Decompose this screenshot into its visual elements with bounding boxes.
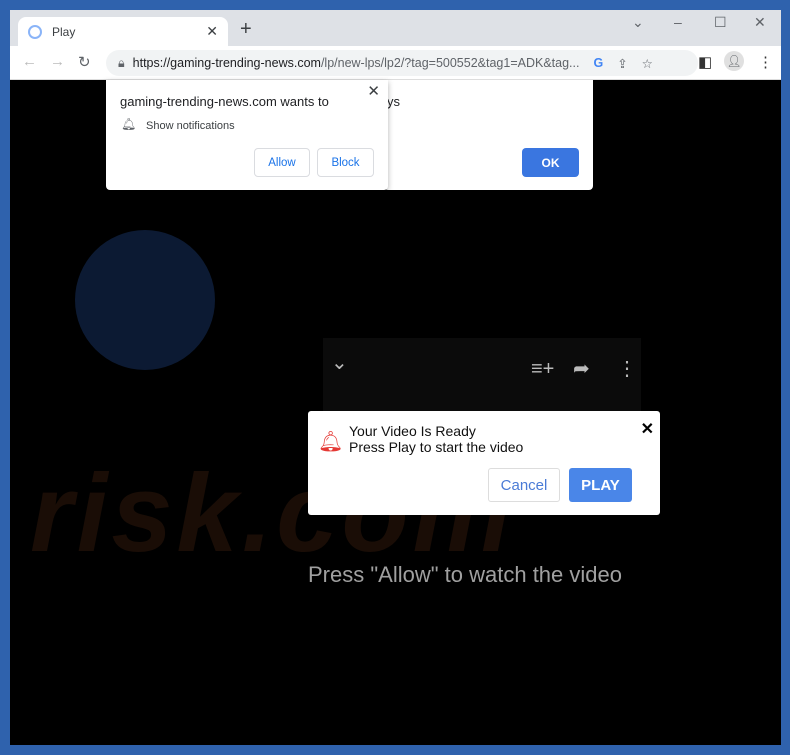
toolbar: ← → ↻ 🔒︎ https://gaming-trending-news.co… [10,46,781,80]
block-button[interactable]: Block [317,148,374,177]
browser-window: Play ✕ + ⌄ – ☐ ✕ ← → ↻ 🔒︎ https://gaming… [10,10,781,745]
tab-title: Play [52,24,76,39]
minimize-icon[interactable]: – [674,14,682,30]
address-bar[interactable]: 🔒︎ https://gaming-trending-news.com/lp/n… [106,50,698,76]
instruction-text: Press "Allow" to watch the video [308,562,622,587]
allow-button[interactable]: Allow [254,148,310,177]
video-player-bar: ⌄ ≡+ ➦ ⋮ [323,338,641,420]
close-tab-icon[interactable]: ✕ [206,23,218,40]
notification-permission-prompt: gaming-trending-news.com wants to ✕ 🔔︎ S… [106,80,388,190]
dialog-message: Press Play to start the video [349,439,524,455]
tab-strip: Play ✕ + ⌄ – ☐ ✕ [10,10,781,46]
lock-icon: 🔒︎ [118,55,125,70]
url-host: https://gaming-trending-news.com [132,56,321,70]
cancel-button[interactable]: Cancel [488,468,560,502]
background-dialog: ys OK [384,80,593,190]
back-icon[interactable]: ← [22,53,37,70]
more-icon[interactable]: ⋮ [617,356,637,381]
bell-icon: 🔔︎ [121,117,137,131]
close-icon[interactable]: ✕ [641,419,654,439]
menu-icon[interactable]: ⋮ [758,53,773,71]
side-panel-icon[interactable]: ◧ [698,53,712,71]
add-to-queue-icon[interactable]: ≡+ [531,358,554,381]
bookmark-star-icon[interactable]: ☆ [642,56,653,71]
close-icon[interactable]: ✕ [367,82,380,100]
reload-icon[interactable]: ↻ [78,53,91,71]
share-arrow-icon[interactable]: ➦ [573,356,590,381]
chevron-down-icon[interactable]: ⌄ [331,350,348,375]
video-ready-dialog: 🔔︎ Your Video Is Ready Press Play to star… [308,411,660,515]
bell-icon: 🔔︎ [318,431,344,453]
dialog-title: Your Video Is Ready [349,423,476,439]
dialog-text-fragment: ys [387,94,400,109]
page-content: risk.com ⌄ ≡+ ➦ ⋮ 🔔︎ Your Video Is Ready… [10,80,781,745]
close-window-icon[interactable]: ✕ [754,14,766,31]
watermark-logo-icon [75,230,215,370]
favicon-icon [28,24,42,39]
url-path: /lp/new-lps/lp2/?tag=500552&tag1=ADK&tag… [320,56,580,70]
google-icon[interactable]: G [593,56,603,70]
profile-avatar-icon[interactable]: 👤︎ [724,51,744,71]
maximize-icon[interactable]: ☐ [714,14,727,31]
permission-heading: gaming-trending-news.com wants to [120,94,329,109]
ok-button[interactable]: OK [522,148,579,177]
play-button[interactable]: PLAY [569,468,632,502]
forward-icon[interactable]: → [50,53,65,70]
tab-search-icon[interactable]: ⌄ [632,14,644,31]
share-icon[interactable]: ⇪ [617,56,627,71]
new-tab-icon[interactable]: + [240,18,252,41]
permission-item: Show notifications [146,120,235,132]
tab-play[interactable]: Play ✕ [18,17,228,46]
